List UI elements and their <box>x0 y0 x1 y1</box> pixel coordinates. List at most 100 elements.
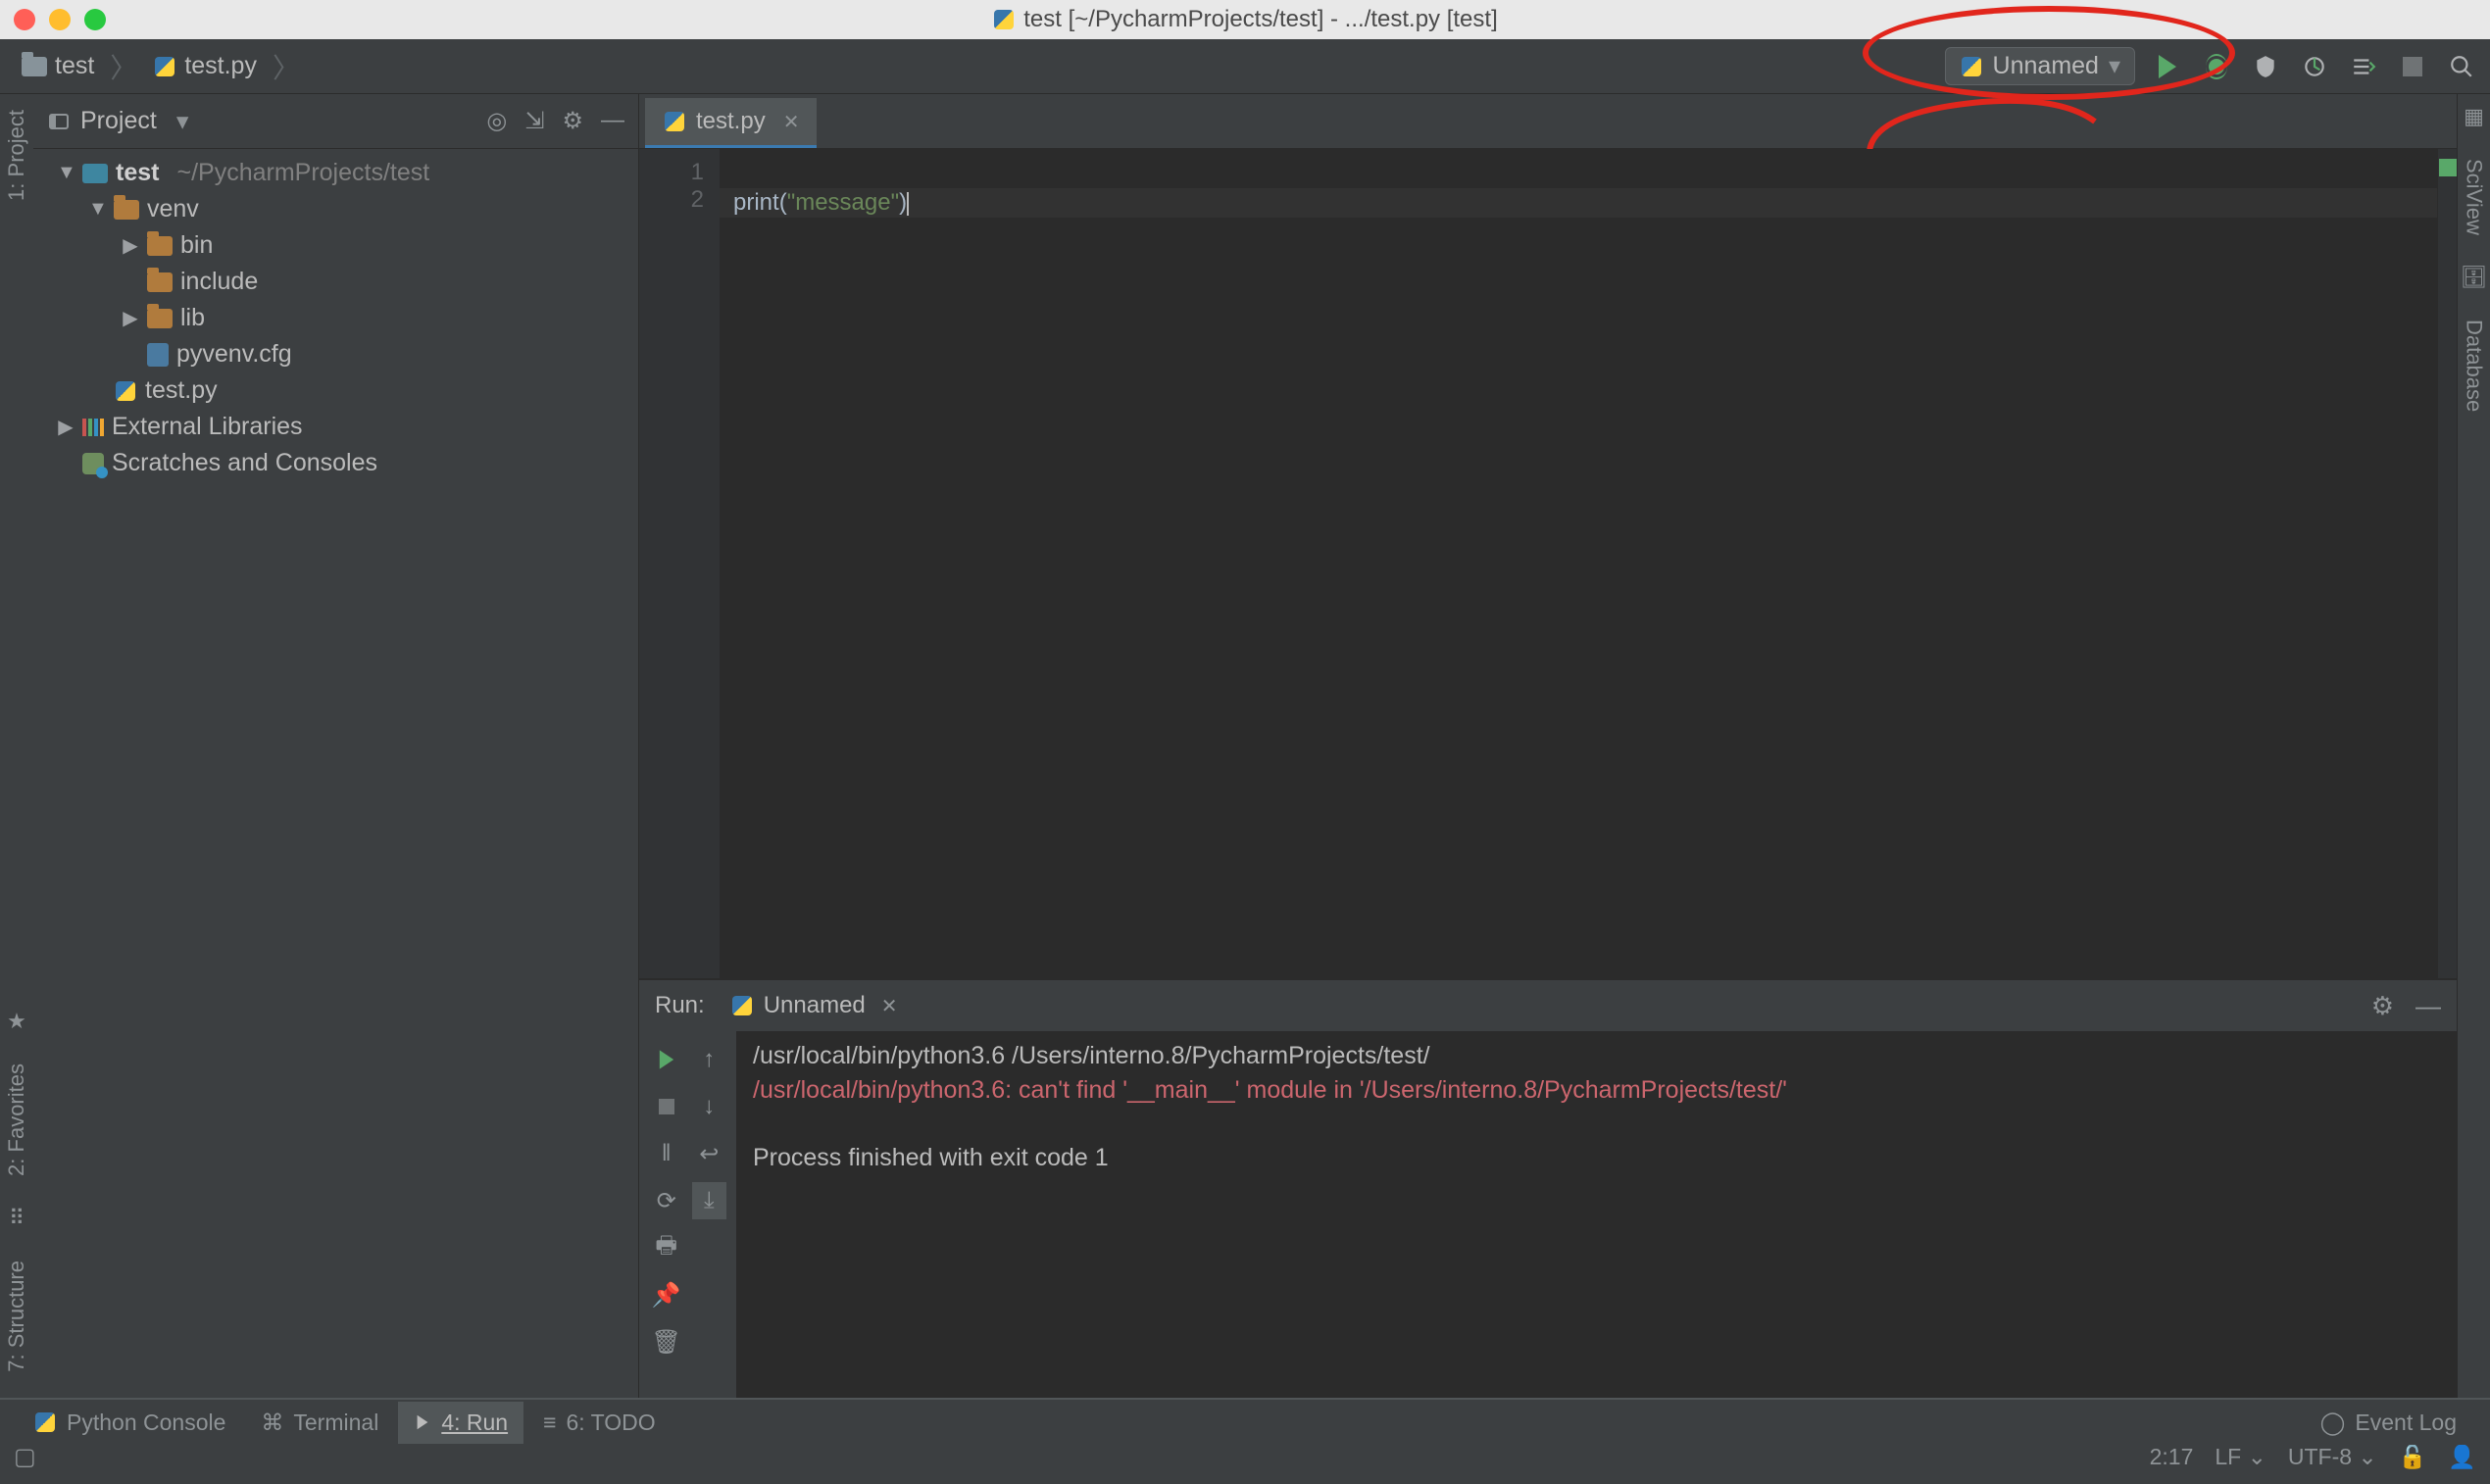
tree-item-label: venv <box>147 195 199 223</box>
stop-icon <box>2403 57 2422 76</box>
run-button[interactable] <box>2151 50 2184 83</box>
profile-icon <box>2302 54 2327 79</box>
run-tab-label: Unnamed <box>764 992 866 1019</box>
python-icon <box>1960 55 1983 78</box>
tree-root[interactable]: test ~/PycharmProjects/test <box>33 155 638 191</box>
debug-button[interactable] <box>2200 50 2233 83</box>
database-icon: 🗄 <box>2461 265 2488 290</box>
locate-file-button[interactable]: ◎ <box>486 107 507 135</box>
breadcrumb-file[interactable]: test.py <box>147 48 263 84</box>
run-tab[interactable]: 4: Run <box>398 1402 523 1444</box>
print-button[interactable]: 🖶 <box>649 1229 684 1266</box>
folder-icon <box>114 200 139 220</box>
folder-icon <box>147 236 173 256</box>
todo-tab[interactable]: ≡ 6: TODO <box>527 1402 672 1444</box>
profile-button[interactable] <box>2298 50 2331 83</box>
python-icon <box>730 994 754 1017</box>
close-tab-button[interactable]: ✕ <box>783 110 800 134</box>
breadcrumb-project-label: test <box>55 52 94 80</box>
favorites-tool-tab[interactable]: 2: Favorites <box>4 1058 29 1182</box>
restart-button[interactable]: ⟳ <box>649 1182 684 1219</box>
run-side-buttons: ↑ ↓ ‖↩ ⟳⤓ 🖶 📌 🗑 <box>639 1031 737 1437</box>
line-gutter[interactable]: 1 2 <box>639 149 720 978</box>
structure-icon: ⠿ <box>9 1206 25 1231</box>
sciview-icon: ▦ <box>2464 104 2484 129</box>
down-trace-button[interactable]: ↓ <box>692 1088 727 1125</box>
tree-external-libraries[interactable]: External Libraries <box>33 409 638 445</box>
project-tool-tab[interactable]: 1: Project <box>4 104 29 207</box>
tree-item-label: pyvenv.cfg <box>176 340 292 369</box>
tree-scratches[interactable]: Scratches and Consoles <box>33 445 638 481</box>
breadcrumb: test 〉 test.py 〉 <box>16 47 302 86</box>
close-run-tab-button[interactable]: ✕ <box>881 994 898 1018</box>
maximize-window-button[interactable] <box>84 9 106 30</box>
chevron-right-icon: 〉 <box>271 47 302 86</box>
run-configuration-selector[interactable]: Unnamed ▾ <box>1945 47 2135 85</box>
run-with-coverage-button[interactable] <box>2249 50 2282 83</box>
tree-venv[interactable]: venv <box>33 191 638 227</box>
breadcrumb-project[interactable]: test <box>16 48 100 84</box>
hide-run-panel-button[interactable]: — <box>2415 991 2441 1021</box>
python-console-tab[interactable]: Python Console <box>18 1402 241 1444</box>
event-log-tab[interactable]: ◯ Event Log <box>2305 1402 2472 1444</box>
scratches-icon <box>82 453 104 474</box>
settings-button[interactable]: ⚙ <box>562 107 583 135</box>
file-encoding[interactable]: UTF-8 ⌄ <box>2288 1444 2377 1470</box>
tree-pyvenv[interactable]: pyvenv.cfg <box>33 336 638 372</box>
star-icon: ★ <box>7 1009 26 1034</box>
read-only-toggle[interactable]: 🔓 <box>2399 1444 2427 1470</box>
editor-body[interactable]: 1 2 print("message") <box>639 149 2457 978</box>
tree-include[interactable]: include <box>33 264 638 300</box>
hide-panel-button[interactable]: — <box>601 107 624 135</box>
error-stripe[interactable] <box>2437 149 2457 978</box>
structure-tool-tab[interactable]: 7: Structure <box>4 1255 29 1378</box>
terminal-tab[interactable]: ⌘ Terminal <box>245 1402 394 1444</box>
inspection-indicator[interactable]: 👤 <box>2448 1444 2476 1470</box>
search-everywhere-button[interactable] <box>2445 50 2478 83</box>
tree-root-name: test <box>116 159 159 187</box>
attach-button[interactable] <box>2347 50 2380 83</box>
folder-icon <box>147 272 173 292</box>
pin-button[interactable]: 📌 <box>649 1276 684 1313</box>
minimize-window-button[interactable] <box>49 9 71 30</box>
tree-lib[interactable]: lib <box>33 300 638 336</box>
python-file-icon <box>153 55 176 78</box>
line-number: 2 <box>639 186 704 214</box>
run-console[interactable]: /usr/local/bin/python3.6 /Users/interno.… <box>737 1031 2457 1437</box>
editor-tab[interactable]: test.py ✕ <box>645 98 817 148</box>
scroll-end-button[interactable]: ⤓ <box>692 1182 727 1219</box>
project-tree[interactable]: test ~/PycharmProjects/test venv bin inc… <box>33 149 638 487</box>
collapse-all-button[interactable]: ⇲ <box>524 107 544 135</box>
play-icon <box>2159 55 2176 78</box>
todo-icon: ≡ <box>543 1410 556 1436</box>
sciview-tool-tab[interactable]: SciView <box>2462 153 2487 241</box>
run-tab[interactable]: Unnamed ✕ <box>721 986 908 1025</box>
database-tool-tab[interactable]: Database <box>2462 314 2487 418</box>
delete-button[interactable]: 🗑 <box>649 1323 684 1360</box>
attach-icon <box>2351 54 2376 79</box>
tree-bin[interactable]: bin <box>33 227 638 264</box>
cursor-position[interactable]: 2:17 <box>2150 1444 2194 1470</box>
play-icon <box>660 1050 673 1068</box>
line-separator[interactable]: LF ⌄ <box>2215 1444 2266 1470</box>
pause-button[interactable]: ‖ <box>649 1135 684 1172</box>
code-area[interactable]: print("message") <box>720 149 2437 978</box>
folder-icon <box>147 309 173 328</box>
editor-tab-bar: test.py ✕ <box>639 94 2457 149</box>
tree-testpy[interactable]: test.py <box>33 372 638 409</box>
up-trace-button[interactable]: ↑ <box>692 1041 727 1078</box>
soft-wrap-button[interactable]: ↩ <box>692 1135 727 1172</box>
stop-run-button[interactable] <box>649 1088 684 1125</box>
rerun-button[interactable] <box>649 1041 684 1078</box>
quick-access-button[interactable]: ▢ <box>14 1443 36 1471</box>
run-title: Run: <box>655 992 705 1019</box>
run-settings-button[interactable]: ⚙ <box>2371 991 2394 1021</box>
stop-button[interactable] <box>2396 50 2429 83</box>
project-view-selector[interactable]: Project <box>47 107 188 136</box>
coverage-icon <box>2253 54 2278 79</box>
chevron-right-icon: 〉 <box>108 47 139 86</box>
tab-label: 6: TODO <box>567 1410 656 1436</box>
play-icon <box>418 1415 428 1429</box>
close-window-button[interactable] <box>14 9 35 30</box>
run-tool-window: Run: Unnamed ✕ ⚙ — ↑ ↓ ‖↩ ⟳⤓ <box>639 978 2457 1437</box>
